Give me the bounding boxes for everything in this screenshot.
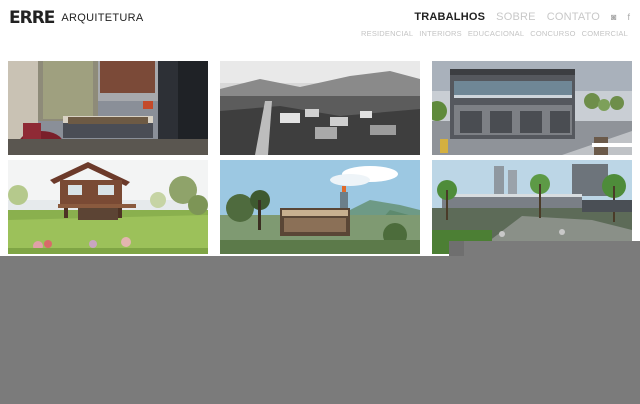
- project-image: [220, 61, 420, 155]
- project-tile-urban-plaza[interactable]: [432, 160, 632, 254]
- logo-name: ARQUITETURA: [61, 12, 144, 24]
- nav-trabalhos[interactable]: TRABALHOS: [414, 11, 485, 23]
- category-filter: RESIDENCIAL INTERIORS EDUCACIONAL CONCUR…: [361, 29, 628, 38]
- instagram-icon[interactable]: ◙: [611, 12, 616, 22]
- project-image: [8, 160, 208, 254]
- project-image: [8, 61, 208, 155]
- project-image: [432, 160, 632, 254]
- overlay-corner: [449, 241, 464, 256]
- project-tile-commercial-building[interactable]: [432, 61, 632, 155]
- overlay-tab: [464, 241, 640, 256]
- filter-interiors[interactable]: INTERIORS: [419, 29, 462, 38]
- filter-residencial[interactable]: RESIDENCIAL: [361, 29, 413, 38]
- loading-overlay: [0, 256, 640, 404]
- project-image: [220, 160, 420, 254]
- brand-logo[interactable]: ERRE ARQUITETURA: [9, 9, 144, 27]
- filter-comercial[interactable]: COMERCIAL: [582, 29, 628, 38]
- project-tile-aerial-town[interactable]: [220, 61, 420, 155]
- project-tile-wooden-house[interactable]: [8, 160, 208, 254]
- filter-educacional[interactable]: EDUCACIONAL: [468, 29, 524, 38]
- nav-contato[interactable]: CONTATO: [547, 11, 600, 23]
- filter-concurso[interactable]: CONCURSO: [530, 29, 575, 38]
- main-nav: TRABALHOS SOBRE CONTATO ◙ f: [414, 11, 630, 23]
- project-tile-pavilion-mountain[interactable]: [220, 160, 420, 254]
- facebook-icon[interactable]: f: [627, 12, 630, 22]
- project-tile-interior-bedroom[interactable]: [8, 61, 208, 155]
- project-image: [432, 61, 632, 155]
- nav-sobre[interactable]: SOBRE: [496, 11, 536, 23]
- site-header: ERRE ARQUITETURA TRABALHOS SOBRE CONTATO…: [0, 0, 640, 58]
- logo-mark: ERRE: [9, 8, 55, 28]
